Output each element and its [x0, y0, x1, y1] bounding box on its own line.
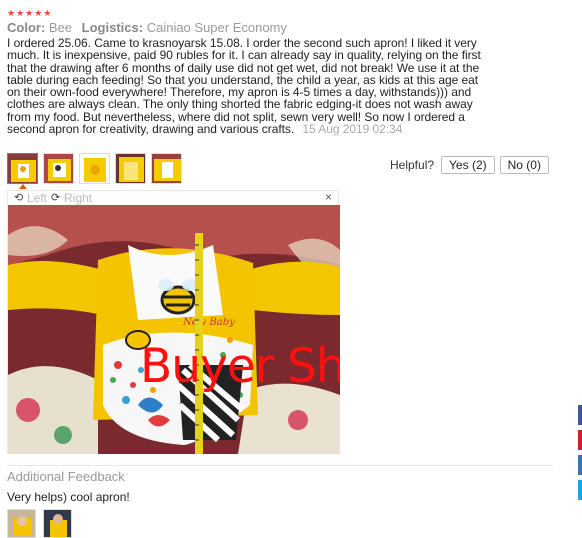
- review-meta: Color: Bee Logistics: Cainiao Super Econ…: [7, 20, 287, 35]
- review-text-block: I ordered 25.06. Came to krasnoyarsk 15.…: [7, 37, 487, 135]
- helpful-voting: Helpful? Yes (2) No (0): [390, 156, 549, 174]
- logistics-value: Cainiao Super Economy: [146, 20, 287, 35]
- review-photo: New Baby Buyer Show: [8, 205, 340, 454]
- logistics-label: Logistics:: [81, 20, 144, 35]
- rotate-right-icon[interactable]: ⟳: [51, 191, 60, 205]
- rotate-left-label[interactable]: Left: [27, 191, 47, 205]
- rotate-left-icon[interactable]: ⟲: [14, 191, 23, 205]
- color-label: Color:: [7, 20, 46, 35]
- helpful-no-button[interactable]: No (0): [499, 156, 549, 174]
- review-text: I ordered 25.06. Came to krasnoyarsk 15.…: [7, 36, 481, 137]
- close-icon[interactable]: ×: [325, 190, 332, 204]
- share-tab[interactable]: [578, 480, 582, 500]
- share-tab[interactable]: [578, 455, 582, 475]
- review-photo-thumbnail[interactable]: [43, 153, 74, 184]
- review-date: 15 Aug 2019 02:34: [302, 122, 403, 137]
- review-photo-thumbnail[interactable]: [79, 153, 110, 184]
- section-divider: [7, 465, 553, 466]
- helpful-yes-button[interactable]: Yes (2): [441, 156, 495, 174]
- color-value: Bee: [48, 20, 73, 35]
- svg-text:New Baby: New Baby: [182, 317, 235, 328]
- review-photo-thumbnail[interactable]: [115, 153, 146, 184]
- photo-viewer: ⟲ Left ⟳ Right × New Baby Buyer Sh: [7, 190, 340, 454]
- share-tab[interactable]: [578, 405, 582, 425]
- share-tab[interactable]: [578, 430, 582, 450]
- rotate-right-label[interactable]: Right: [64, 191, 92, 205]
- review-photo-thumbnail[interactable]: [151, 153, 182, 184]
- review-thumbnails: [7, 153, 182, 186]
- rating-stars: ★★★★★: [7, 8, 53, 18]
- buyer-show-watermark: Buyer Show: [140, 339, 340, 394]
- review-photo-thumbnail[interactable]: [7, 153, 38, 184]
- additional-feedback-title: Additional Feedback: [7, 469, 125, 484]
- selected-thumbnail-caret: [19, 184, 27, 189]
- side-share-tabs: [578, 405, 582, 505]
- additional-feedback-text: Very helps) cool apron!: [7, 490, 130, 504]
- photo-viewer-toolbar: ⟲ Left ⟳ Right ×: [8, 190, 338, 205]
- helpful-label: Helpful?: [390, 158, 435, 172]
